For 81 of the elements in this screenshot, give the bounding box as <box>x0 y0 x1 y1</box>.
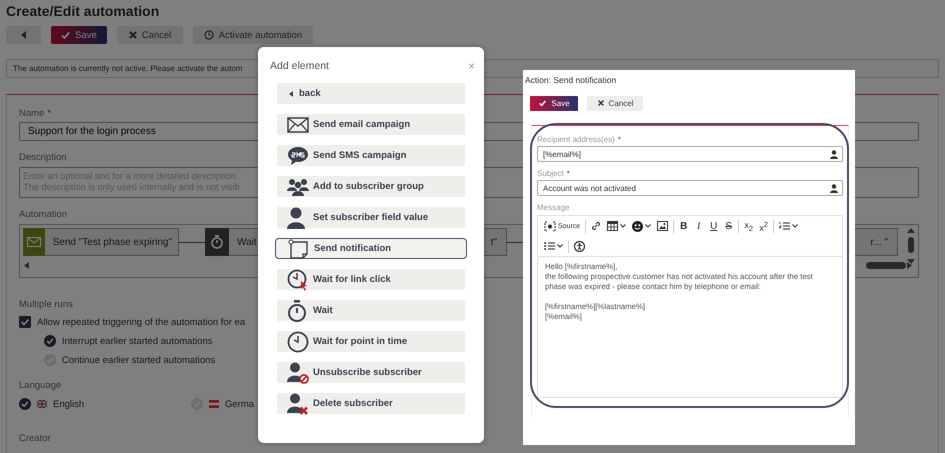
format-button[interactable]: B <box>677 218 690 234</box>
emoji-icon <box>632 220 644 232</box>
person-remove-icon <box>287 392 311 414</box>
scroll-left-icon[interactable] <box>24 262 29 269</box>
close-icon <box>128 31 137 39</box>
element-option[interactable]: Send email campaign <box>277 114 465 135</box>
close-icon <box>596 98 605 108</box>
person-icon <box>830 150 838 158</box>
speech-bubble-icon <box>287 146 311 166</box>
required-mark: * <box>566 169 570 178</box>
toolbar-button[interactable] <box>655 218 670 234</box>
field-label: Description <box>19 152 67 164</box>
save-button[interactable]: Save <box>530 96 578 111</box>
clock-icon <box>287 330 311 352</box>
table-icon <box>607 221 618 231</box>
check-icon <box>538 98 548 108</box>
source-icon <box>544 220 556 232</box>
field-label: Automation <box>19 209 68 221</box>
image-icon <box>657 221 668 231</box>
format-button[interactable]: x$_{2}$ <box>742 218 756 234</box>
panel-title: Action: Send notification <box>525 75 616 85</box>
back-button[interactable]: back <box>277 83 465 104</box>
flag-icon <box>37 400 47 408</box>
element-option[interactable]: Send SMS campaign <box>277 145 465 166</box>
page-title: Create/Edit automation <box>6 3 160 19</box>
format-button[interactable]: x$^{2}$ <box>757 218 770 234</box>
section-label: Language <box>19 380 62 392</box>
radio-label: Continue earlier started automations <box>62 354 216 366</box>
toolbar-button[interactable] <box>572 238 587 254</box>
toolbar-button[interactable] <box>605 218 628 234</box>
required-mark: * <box>618 135 621 144</box>
checkbox-label: Allow repeated triggering of the automation for ea <box>37 316 246 328</box>
radio-button[interactable] <box>44 335 56 347</box>
radio-button[interactable] <box>19 398 31 410</box>
bullet-list-icon <box>544 241 555 251</box>
recipient-field[interactable]: [%email%] <box>537 146 843 162</box>
format-button[interactable]: S <box>722 218 736 234</box>
required-mark: * <box>47 108 52 120</box>
flag-icon <box>209 400 219 408</box>
element-option[interactable]: Wait <box>277 300 465 321</box>
person-blocked-icon <box>287 362 311 384</box>
language-label: English <box>53 398 84 410</box>
radio-label: Interrupt earlier started automations <box>62 336 212 346</box>
people-icon <box>287 178 311 196</box>
field-label: Name <box>19 108 44 120</box>
cancel-button[interactable]: Cancel <box>587 96 643 111</box>
message-editor[interactable] <box>537 215 843 398</box>
envelope-icon <box>287 116 311 132</box>
section-label: Creator <box>19 433 51 445</box>
envelope-icon <box>23 228 45 256</box>
element-option[interactable]: Add to subscriber group <box>277 176 465 197</box>
language-label: Germa <box>225 398 254 410</box>
element-option[interactable]: Wait for link click <box>277 269 465 290</box>
subject-field[interactable]: Account was not activated <box>537 180 843 196</box>
stopwatch-icon <box>205 228 229 256</box>
format-button[interactable]: I <box>692 218 706 234</box>
save-button[interactable]: Save <box>51 26 107 44</box>
element-option[interactable]: Unsubscribe subscriber <box>277 362 465 383</box>
accessibility-icon <box>574 240 585 252</box>
element-option[interactable]: Send notification <box>275 238 467 259</box>
toolbar-button[interactable] <box>630 218 654 234</box>
element-option[interactable]: Delete subscriber <box>277 393 465 414</box>
numbered-list-icon <box>779 221 790 231</box>
dialog-title: Add element <box>270 60 329 72</box>
back-button[interactable] <box>6 26 41 44</box>
person-icon <box>830 184 838 192</box>
back-arrow-icon <box>20 31 26 39</box>
section-label: Multiple runs <box>19 299 73 311</box>
field-label: Message <box>537 203 570 212</box>
field-label: Recipient address(es) <box>537 135 615 144</box>
field-label: Subject <box>537 169 564 178</box>
format-button[interactable]: U <box>707 218 720 234</box>
element-option[interactable]: Wait for point in time <box>277 331 465 352</box>
link-icon <box>591 221 602 231</box>
element-option[interactable]: Set subscriber field value <box>277 207 465 228</box>
scroll-right-icon[interactable] <box>866 262 912 269</box>
automation-step[interactable]: Send "Test phase expiring" <box>23 228 179 256</box>
checkbox[interactable] <box>19 316 31 328</box>
check-icon <box>61 31 70 39</box>
clock-icon <box>204 30 214 40</box>
notice-text: The automation is currently not active. Please activate the autom <box>13 64 242 73</box>
